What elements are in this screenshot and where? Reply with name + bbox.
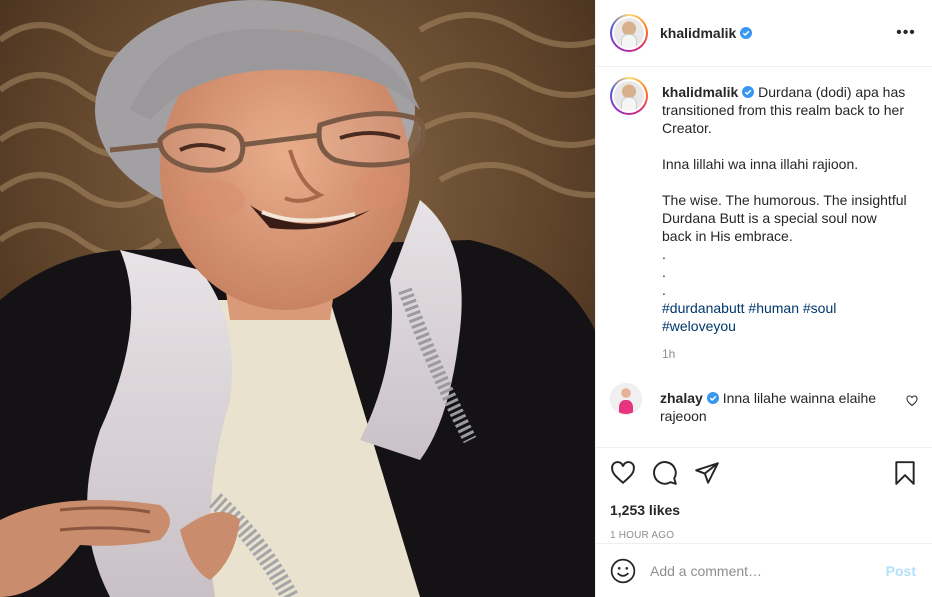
verified-badge-icon bbox=[740, 27, 753, 39]
post-caption: khalidmalik Durdana (dodi) apa has trans… bbox=[610, 77, 918, 363]
caption-text-line: back in His embrace. bbox=[662, 228, 793, 244]
comment-body: zhalay Inna lilahe wainna elaihe rajeoon bbox=[660, 389, 890, 425]
caption-text-line bbox=[662, 137, 907, 155]
more-icon: ••• bbox=[896, 24, 916, 41]
caption-text-line: Creator. bbox=[662, 120, 712, 136]
caption-body: khalidmalik Durdana (dodi) apa has trans… bbox=[662, 83, 907, 363]
post-side-panel: khalidmalik ••• khalidmalik Durdana (dod… bbox=[595, 0, 932, 597]
caption-text-line: Inna lillahi wa inna illahi rajioon. bbox=[662, 156, 859, 172]
caption-text-line: . bbox=[662, 282, 666, 298]
action-icon-row bbox=[610, 460, 918, 486]
save-bookmark-icon bbox=[895, 461, 915, 485]
emoji-icon[interactable] bbox=[610, 558, 636, 584]
caption-text-line bbox=[662, 173, 907, 191]
caption-author-avatar[interactable] bbox=[610, 77, 648, 115]
caption-author-username[interactable]: khalidmalik bbox=[662, 84, 738, 100]
post-actions: 1,253 likes 1 HOUR AGO bbox=[596, 447, 932, 543]
share-button[interactable] bbox=[694, 460, 720, 486]
comment-like-icon[interactable] bbox=[906, 395, 918, 407]
like-heart-icon bbox=[611, 461, 635, 485]
caption-timestamp[interactable]: 1h bbox=[662, 345, 907, 363]
caption-text-line: The wise. The humorous. The insightful bbox=[662, 192, 907, 208]
author-username[interactable]: khalidmalik bbox=[660, 25, 736, 41]
verified-badge-icon bbox=[706, 392, 719, 404]
like-button[interactable] bbox=[610, 460, 636, 486]
caption-hashtags[interactable]: #durdanabutt #human #soul bbox=[662, 299, 907, 317]
comment-item: zhalay Inna lilahe wainna elaihe rajeoon bbox=[610, 383, 918, 425]
post-header: khalidmalik ••• bbox=[596, 0, 932, 67]
author-avatar-image bbox=[614, 18, 644, 48]
comment-input[interactable] bbox=[650, 562, 886, 579]
commenter-avatar[interactable] bbox=[610, 383, 642, 415]
likes-count[interactable]: 1,253 likes bbox=[610, 502, 918, 518]
post-comment-button[interactable]: Post bbox=[886, 563, 916, 579]
caption-text-line: transitioned from this realm back to her bbox=[662, 102, 904, 118]
more-options-button[interactable]: ••• bbox=[894, 21, 918, 45]
instagram-post: khalidmalik ••• khalidmalik Durdana (dod… bbox=[0, 0, 932, 597]
caption-text-line: . bbox=[662, 246, 666, 262]
commenter-username[interactable]: zhalay bbox=[660, 390, 703, 406]
comment-button[interactable] bbox=[652, 460, 678, 486]
add-comment-bar: Post bbox=[596, 543, 932, 597]
caption-text-line: Durdana Butt is a special soul now bbox=[662, 210, 877, 226]
caption-author-avatar-image bbox=[614, 81, 644, 111]
author-avatar[interactable] bbox=[610, 14, 648, 52]
comment-icon bbox=[653, 461, 677, 485]
caption-text-line: Durdana (dodi) apa has bbox=[758, 84, 906, 100]
share-icon bbox=[695, 462, 719, 484]
save-button[interactable] bbox=[892, 460, 918, 486]
post-timestamp[interactable]: 1 HOUR AGO bbox=[610, 530, 918, 541]
verified-badge-icon bbox=[742, 86, 755, 98]
caption-text-line: . bbox=[662, 264, 666, 280]
caption-hashtags[interactable]: #weloveyou bbox=[662, 317, 907, 335]
comments-area: khalidmalik Durdana (dodi) apa has trans… bbox=[596, 67, 932, 447]
caption-first-line: khalidmalik Durdana (dodi) apa has bbox=[662, 83, 907, 101]
post-photo[interactable] bbox=[0, 0, 595, 597]
post-photo-image bbox=[0, 0, 595, 597]
